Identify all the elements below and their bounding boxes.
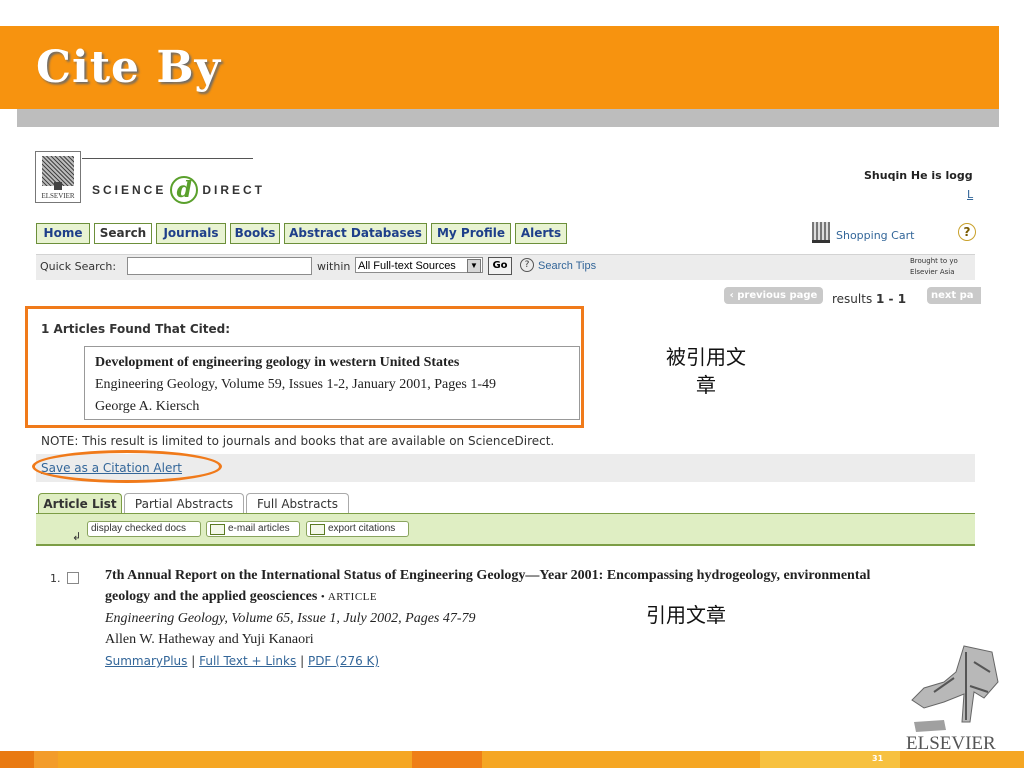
full-text-link[interactable]: Full Text + Links (199, 654, 296, 668)
logo-d-icon: d (170, 176, 199, 204)
shopping-cart-icon[interactable] (812, 222, 830, 243)
note-text: NOTE: This result is limited to journals… (41, 434, 555, 448)
source-select[interactable]: All Full-text Sources ▼ (355, 257, 483, 273)
next-page-button[interactable]: next pa (927, 287, 981, 304)
search-tips-link[interactable]: Search Tips (538, 260, 596, 272)
tree-trunk (54, 182, 62, 190)
nav-tab-abstract-databases[interactable]: Abstract Databases (284, 223, 427, 244)
footer-segment (412, 751, 482, 768)
callout-cited-line-1: 被引用文 (666, 345, 746, 369)
summaryplus-link[interactable]: SummaryPlus (105, 654, 187, 668)
help-icon[interactable]: ? (958, 223, 976, 241)
logo-direct-text: DIRECT (202, 183, 266, 197)
callout-cited-line-2: 章 (696, 373, 716, 397)
go-button[interactable]: Go (488, 257, 512, 275)
result-title-line-2[interactable]: geology and the applied geosciences • AR… (105, 589, 377, 605)
export-citations-button[interactable]: export citations (306, 521, 409, 537)
chevron-down-icon[interactable]: ▼ (467, 259, 481, 273)
link-separator: | (300, 654, 305, 668)
result-links: SummaryPlus | Full Text + Links | PDF (2… (105, 654, 379, 668)
elsevier-logo-text: ELSEVIER (41, 192, 75, 200)
link-separator: | (191, 654, 196, 668)
user-status: Shuqin He is logg (864, 169, 973, 182)
sciencedirect-logo[interactable]: SCIENCE d DIRECT (92, 176, 265, 204)
slide-title: Cite By (36, 42, 222, 93)
callout-citing-article: 引用文章 (646, 603, 726, 627)
article-type-label: • ARTICLE (320, 591, 378, 603)
quick-search-label: Quick Search: (40, 260, 117, 273)
pdf-link[interactable]: PDF (276 K) (308, 654, 379, 668)
previous-page-button[interactable]: ‹ previous page (724, 287, 823, 304)
slide-header-shadow (17, 109, 999, 127)
slide-page-number: 31 (872, 754, 884, 763)
results-range: 1 - 1 (876, 292, 907, 306)
annotation-highlight-ellipse (32, 450, 222, 483)
logo-science-text: SCIENCE (92, 183, 167, 197)
display-checked-docs-button[interactable]: display checked docs (87, 521, 201, 537)
nav-tab-books[interactable]: Books (230, 223, 280, 244)
logo-divider (82, 158, 253, 159)
export-citations-label: export citations (328, 523, 396, 534)
nav-tab-search[interactable]: Search (94, 223, 152, 244)
annotation-highlight-box (25, 306, 584, 428)
tab-article-list[interactable]: Article List (38, 493, 122, 514)
within-label: within (317, 260, 351, 273)
footer-segment (34, 751, 58, 768)
result-number: 1. (50, 572, 61, 585)
elsevier-logo-icon[interactable]: ELSEVIER (35, 151, 81, 203)
brought-line-1: Brought to yo (910, 257, 958, 265)
tab-partial-abstracts[interactable]: Partial Abstracts (124, 493, 244, 514)
results-count: results 1 - 1 (832, 292, 906, 306)
nav-tab-journals[interactable]: Journals (156, 223, 226, 244)
logout-link[interactable]: L (967, 188, 973, 201)
result-title-line-1[interactable]: 7th Annual Report on the International S… (105, 568, 870, 584)
shopping-cart-link[interactable]: Shopping Cart (836, 229, 914, 242)
email-articles-button[interactable]: e-mail articles (206, 521, 300, 537)
export-icon (310, 523, 325, 535)
result-source: Engineering Geology, Volume 65, Issue 1,… (105, 611, 476, 626)
help-circle-icon[interactable]: ? (520, 258, 534, 272)
footer-segment (0, 751, 34, 768)
elsevier-tree-logo-icon (911, 645, 999, 732)
return-arrow-icon: ↲ (72, 530, 82, 543)
quick-search-input[interactable] (127, 257, 312, 275)
nav-tab-my-profile[interactable]: My Profile (431, 223, 511, 244)
brought-by-text: Brought to yo Elsevier Asia (910, 256, 958, 278)
result-authors: Allen W. Hatheway and Yuji Kanaori (105, 632, 314, 647)
callout-cited-article: 被引用文 章 (654, 343, 758, 399)
results-prefix: results (832, 292, 873, 306)
result-title-text[interactable]: geology and the applied geosciences (105, 589, 317, 604)
nav-tab-alerts[interactable]: Alerts (515, 223, 567, 244)
source-select-value: All Full-text Sources (358, 260, 456, 272)
tab-full-abstracts[interactable]: Full Abstracts (246, 493, 349, 514)
brought-line-2: Elsevier Asia (910, 268, 955, 276)
display-checked-docs-label: display checked docs (91, 523, 187, 534)
email-articles-label: e-mail articles (228, 523, 290, 534)
elsevier-brand-text: ELSEVIER (906, 733, 996, 754)
result-checkbox[interactable] (67, 572, 79, 584)
nav-tab-home[interactable]: Home (36, 223, 90, 244)
envelope-icon (210, 523, 225, 535)
